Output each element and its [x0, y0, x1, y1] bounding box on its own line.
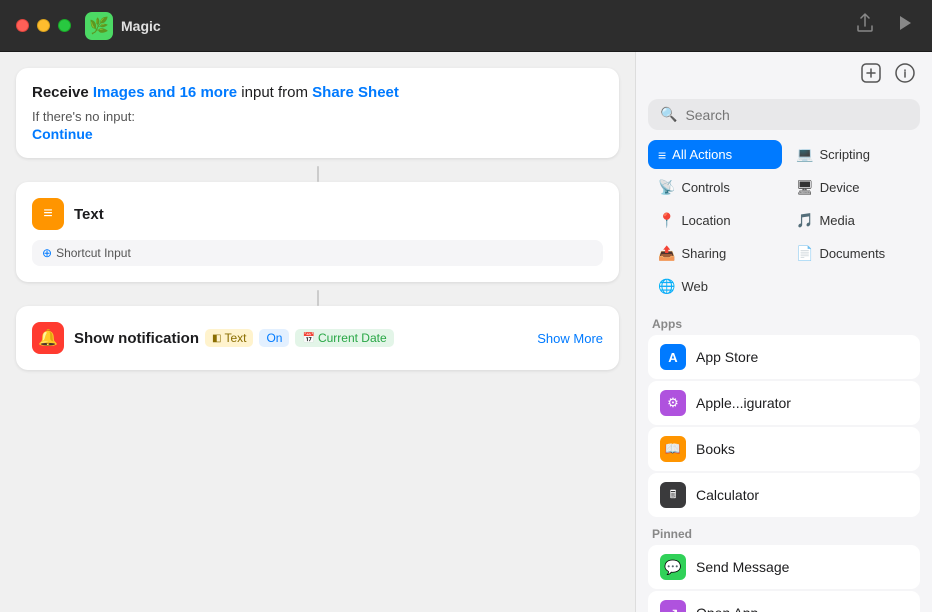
all-actions-icon: ≡ [658, 147, 666, 163]
open-app-label: Open App [696, 605, 758, 612]
tab-device-label: Device [820, 180, 860, 195]
maximize-button[interactable] [58, 19, 71, 32]
shortcut-input-tag[interactable]: ⊕ Shortcut Input [32, 240, 603, 266]
tab-scripting[interactable]: 💻 Scripting [786, 140, 920, 169]
tab-sharing-label: Sharing [681, 246, 726, 261]
tab-sharing[interactable]: 📤 Sharing [648, 239, 782, 268]
shortcut-icon: ⊕ [42, 246, 52, 260]
connector-line [317, 166, 319, 182]
share-button[interactable] [852, 9, 878, 42]
controls-icon: 📡 [658, 179, 675, 196]
receive-input-types[interactable]: Images and 16 more [93, 84, 237, 101]
titlebar: 🌿 Magic [0, 0, 932, 52]
action-app-store[interactable]: A App Store [648, 335, 920, 379]
apps-section-label: Apps [648, 309, 920, 335]
calculator-label: Calculator [696, 487, 759, 503]
apple-configurator-icon: ⚙ [660, 390, 686, 416]
right-panel: 🔍 ≡ All Actions 💻 Scripting 📡 Controls 🖥… [635, 52, 932, 612]
receive-card: Receive Images and 16 more input from Sh… [16, 68, 619, 158]
calculator-icon: 🖩 [660, 482, 686, 508]
tab-all-actions-label: All Actions [672, 147, 732, 162]
tab-media-label: Media [819, 213, 854, 228]
app-icon: 🌿 [85, 12, 113, 40]
location-icon: 📍 [658, 212, 675, 229]
search-icon: 🔍 [660, 106, 677, 123]
tab-documents[interactable]: 📄 Documents [786, 239, 920, 268]
text-card-icon: ≡ [32, 198, 64, 230]
tab-scripting-label: Scripting [819, 147, 870, 162]
receive-from-label: input from [241, 84, 308, 101]
tab-documents-label: Documents [819, 246, 885, 261]
action-apple-configurator[interactable]: ⚙ Apple...igurator [648, 381, 920, 425]
scripting-icon: 💻 [796, 146, 813, 163]
send-message-label: Send Message [696, 559, 789, 575]
tab-media[interactable]: 🎵 Media [786, 206, 920, 235]
tab-controls-label: Controls [681, 180, 729, 195]
left-panel: Receive Images and 16 more input from Sh… [0, 52, 635, 612]
tab-controls[interactable]: 📡 Controls [648, 173, 782, 202]
continue-button[interactable]: Continue [32, 126, 603, 142]
documents-icon: 📄 [796, 245, 813, 262]
receive-label: Receive [32, 84, 89, 101]
traffic-lights [16, 19, 71, 32]
category-tabs: ≡ All Actions 💻 Scripting 📡 Controls 🖥 D… [636, 140, 932, 309]
media-icon: 🎵 [796, 212, 813, 229]
tab-location-label: Location [681, 213, 730, 228]
action-send-message[interactable]: 💬 Send Message [648, 545, 920, 589]
tab-all-actions[interactable]: ≡ All Actions [648, 140, 782, 169]
action-open-app[interactable]: ↗ Open App [648, 591, 920, 612]
search-bar: 🔍 [648, 99, 920, 130]
text-card-title: Text [74, 206, 104, 223]
close-button[interactable] [16, 19, 29, 32]
action-books[interactable]: 📖 Books [648, 427, 920, 471]
no-input-label: If there's no input: [32, 109, 603, 124]
info-button[interactable] [894, 62, 916, 89]
device-icon: 🖥 [796, 179, 814, 196]
titlebar-actions [852, 9, 916, 42]
main-layout: Receive Images and 16 more input from Sh… [0, 52, 932, 612]
tag-date[interactable]: 📅 Current Date [295, 329, 393, 347]
notification-icon: 🔔 [32, 322, 64, 354]
web-icon: 🌐 [658, 278, 675, 295]
sharing-icon: 📤 [658, 245, 675, 262]
play-button[interactable] [894, 11, 916, 40]
connector-line-2 [317, 290, 319, 306]
notification-card: 🔔 Show notification ◧ Text On 📅 Current … [16, 306, 619, 370]
actions-list: Apps A App Store ⚙ Apple...igurator 📖 Bo… [636, 309, 932, 612]
app-store-label: App Store [696, 349, 758, 365]
search-container: 🔍 [636, 99, 932, 140]
right-header [636, 52, 932, 99]
app-store-icon: A [660, 344, 686, 370]
tab-web[interactable]: 🌐 Web [648, 272, 782, 301]
books-icon: 📖 [660, 436, 686, 462]
open-app-icon: ↗ [660, 600, 686, 612]
show-more-button[interactable]: Show More [537, 331, 603, 346]
tag-text[interactable]: ◧ Text [205, 329, 253, 347]
pinned-section-label: Pinned [648, 519, 920, 545]
apple-configurator-label: Apple...igurator [696, 395, 791, 411]
tab-device[interactable]: 🖥 Device [786, 173, 920, 202]
send-message-icon: 💬 [660, 554, 686, 580]
minimize-button[interactable] [37, 19, 50, 32]
add-to-shortcuts-button[interactable] [860, 62, 882, 89]
app-title: Magic [121, 18, 852, 34]
tag-on[interactable]: On [259, 329, 289, 347]
shortcut-input-label: Shortcut Input [56, 246, 131, 260]
search-input[interactable] [685, 107, 908, 123]
receive-source[interactable]: Share Sheet [312, 84, 399, 101]
notif-title: Show notification [74, 330, 199, 347]
books-label: Books [696, 441, 735, 457]
text-card: ≡ Text ⊕ Shortcut Input [16, 182, 619, 282]
tab-location[interactable]: 📍 Location [648, 206, 782, 235]
action-calculator[interactable]: 🖩 Calculator [648, 473, 920, 517]
notif-content: Show notification ◧ Text On 📅 Current Da… [74, 329, 527, 347]
tab-web-label: Web [681, 279, 708, 294]
